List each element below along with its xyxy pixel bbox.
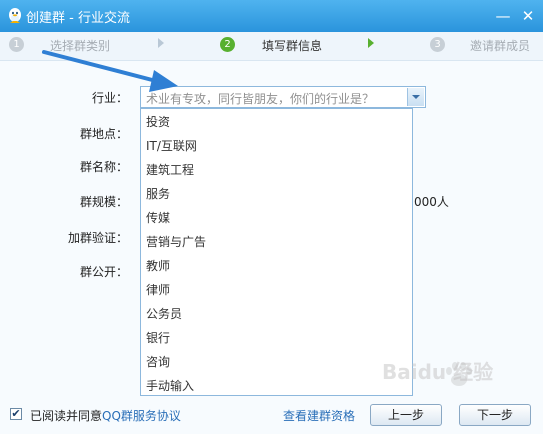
view-qualification-link[interactable]: 查看建群资格 xyxy=(283,407,355,424)
agree-prefix: 已阅读并同意 xyxy=(30,409,103,423)
create-group-window: 创建群 - 行业交流 — ✕ 1 选择群类别 2 填写群信息 3 邀请群成员 行… xyxy=(0,0,543,434)
agree-checkbox[interactable]: ✔ xyxy=(10,408,22,420)
dialog-footer: ✔ 已阅读并同意QQ群服务协议 查看建群资格 上一步 下一步 xyxy=(0,398,543,434)
next-button[interactable]: 下一步 xyxy=(459,404,531,426)
service-agreement-link[interactable]: QQ群服务协议 xyxy=(102,409,181,423)
paw-watermark-icon xyxy=(446,362,472,386)
prev-button[interactable]: 上一步 xyxy=(370,404,442,426)
agree-text: 已阅读并同意QQ群服务协议 xyxy=(30,407,181,424)
watermark-text: Baidu 经验 xyxy=(382,360,494,384)
